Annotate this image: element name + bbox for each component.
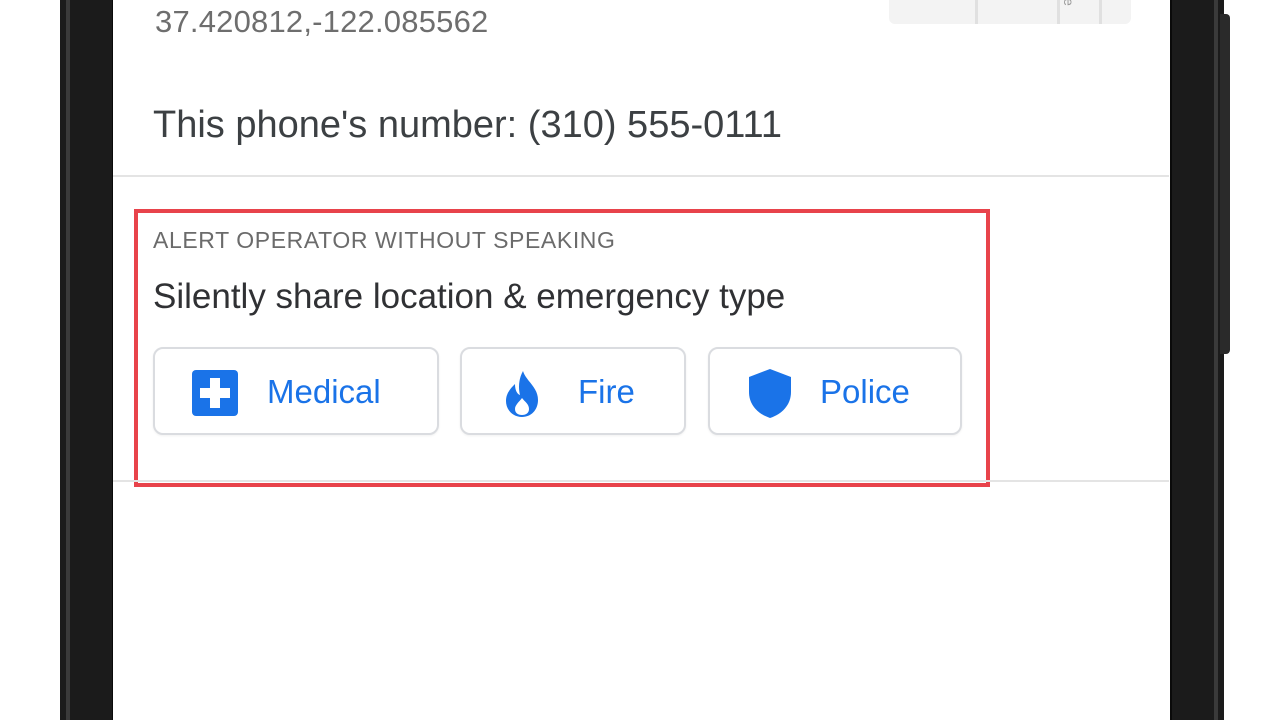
phone-bezel-right <box>1170 0 1224 720</box>
medical-label: Medical <box>267 373 381 410</box>
map-road <box>1057 0 1060 24</box>
fire-button[interactable]: Fire <box>460 347 686 435</box>
phone-bezel-left <box>60 0 114 720</box>
divider <box>113 480 1169 482</box>
medical-button[interactable]: Medical <box>153 347 439 435</box>
map-road <box>1099 0 1102 24</box>
medical-cross-icon <box>192 370 238 416</box>
map-preview[interactable]: e <box>889 0 1131 24</box>
map-street-label: e <box>1060 0 1077 6</box>
screenshot-stage: 37.420812,-122.085562 e This phone's num… <box>0 0 1280 720</box>
phone-side-button <box>1220 14 1230 354</box>
map-road <box>975 0 978 24</box>
phone-screen: 37.420812,-122.085562 e This phone's num… <box>113 0 1169 720</box>
shield-icon <box>749 369 791 418</box>
emergency-type-options: Medical Fire Police <box>153 347 973 439</box>
police-label: Police <box>820 373 910 410</box>
section-title: Silently share location & emergency type <box>153 277 786 316</box>
fire-label: Fire <box>578 373 635 410</box>
silent-alert-section: ALERT OPERATOR WITHOUT SPEAKING Silently… <box>134 209 990 487</box>
phone-number-text: This phone's number: (310) 555-0111 <box>153 104 783 146</box>
police-button[interactable]: Police <box>708 347 962 435</box>
divider <box>113 175 1169 177</box>
location-coordinates: 37.420812,-122.085562 <box>155 4 489 39</box>
flame-icon <box>506 371 538 417</box>
section-caption: ALERT OPERATOR WITHOUT SPEAKING <box>153 227 616 253</box>
